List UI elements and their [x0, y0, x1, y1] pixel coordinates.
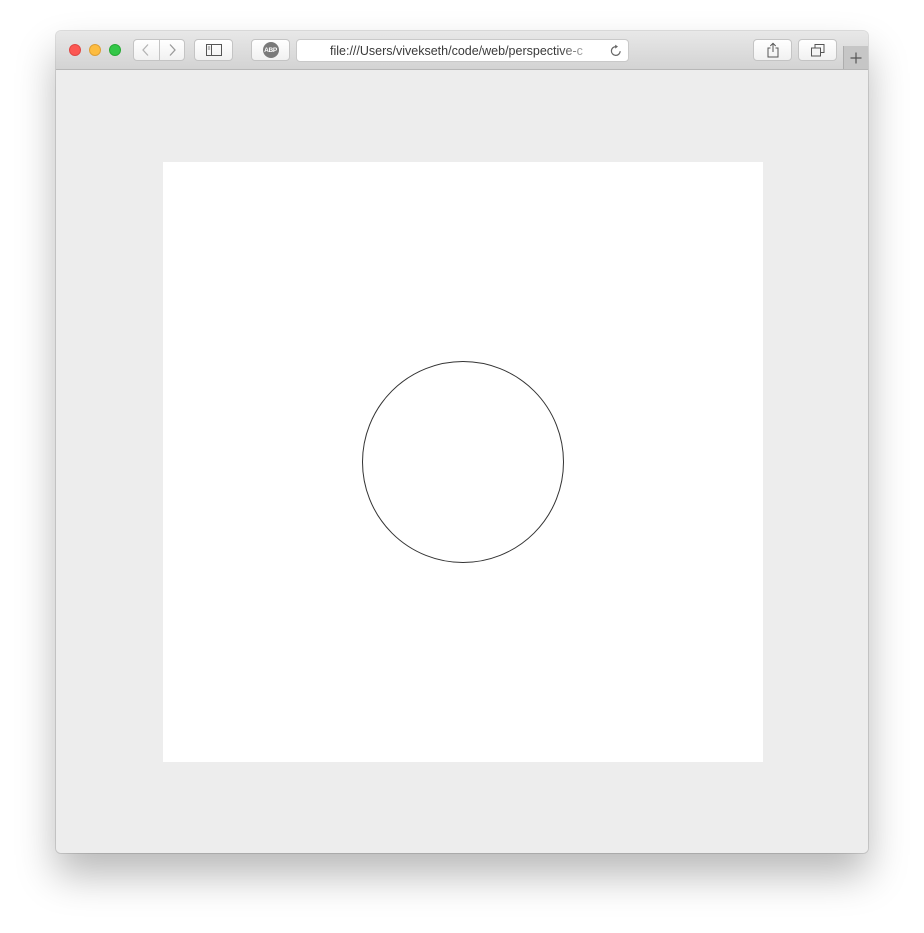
- tabs-overview-icon: [810, 43, 824, 56]
- sidebar-button[interactable]: [194, 39, 233, 61]
- sidebar-icon: [205, 44, 222, 56]
- chevron-left-icon: [142, 44, 149, 56]
- page-content: [56, 70, 868, 853]
- drawing-canvas[interactable]: [163, 162, 763, 762]
- adblock-extension-button[interactable]: ABP: [251, 39, 290, 61]
- navigation-buttons: [133, 39, 185, 61]
- new-tab-button[interactable]: [843, 46, 868, 69]
- maximize-window-button[interactable]: [109, 44, 121, 56]
- share-icon: [767, 42, 778, 58]
- adblock-icon: ABP: [262, 42, 279, 58]
- forward-button[interactable]: [158, 40, 185, 60]
- browser-toolbar: ABP file:///Users/vivekseth/code/web/per…: [56, 31, 868, 70]
- minimize-window-button[interactable]: [89, 44, 101, 56]
- chevron-right-icon: [169, 44, 176, 56]
- circle-shape: [362, 361, 564, 563]
- tabs-overview-button[interactable]: [798, 39, 837, 61]
- back-button[interactable]: [134, 40, 159, 60]
- reload-icon[interactable]: [609, 44, 623, 58]
- browser-window: ABP file:///Users/vivekseth/code/web/per…: [56, 31, 868, 853]
- plus-icon: [850, 52, 862, 63]
- close-window-button[interactable]: [69, 44, 81, 56]
- address-bar[interactable]: file:///Users/vivekseth/code/web/perspec…: [296, 39, 629, 62]
- share-button[interactable]: [753, 39, 792, 61]
- url-text: file:///Users/vivekseth/code/web/perspec…: [330, 44, 583, 58]
